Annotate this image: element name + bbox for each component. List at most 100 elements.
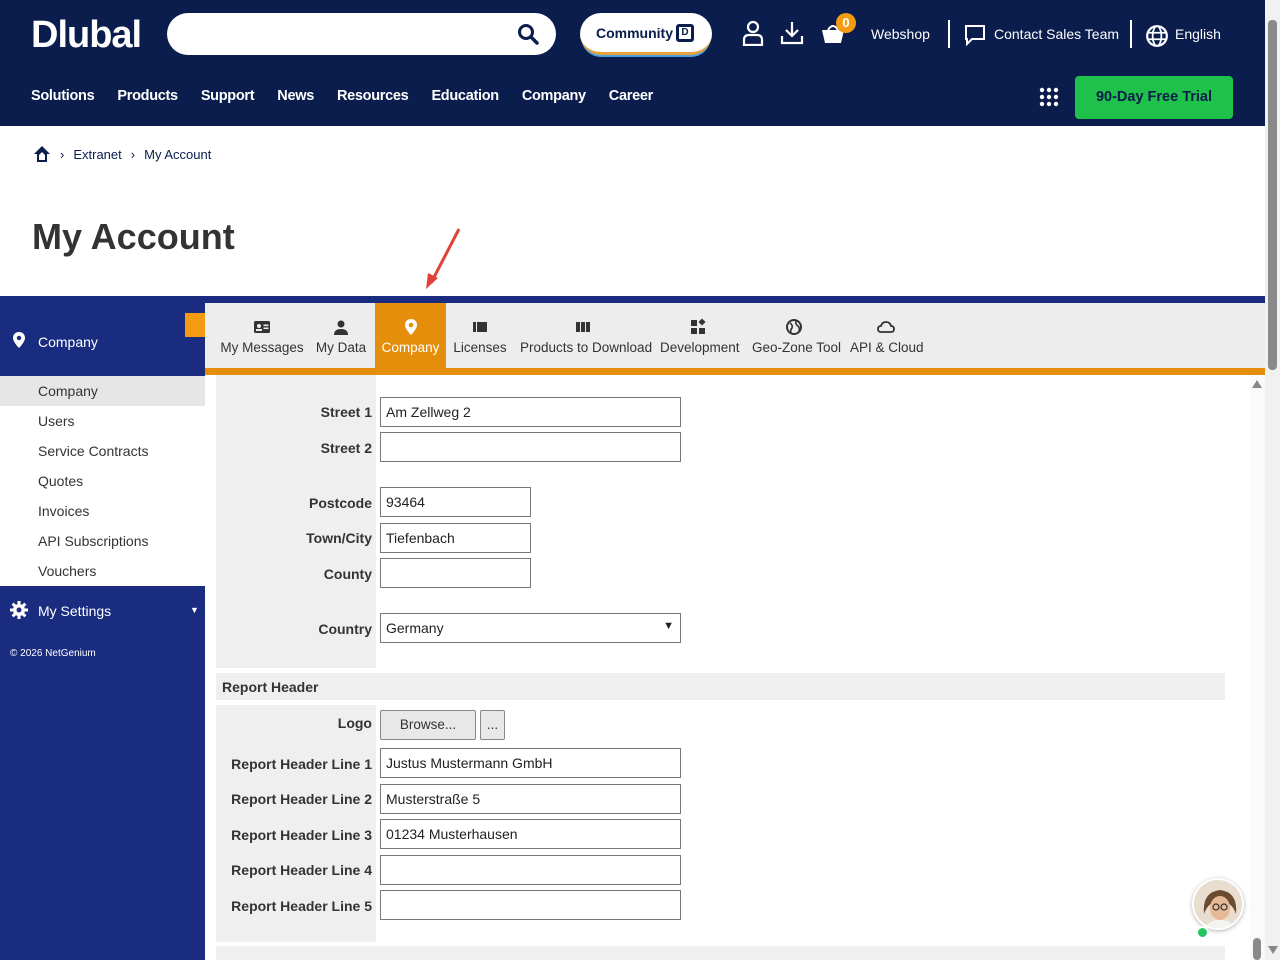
license-icon xyxy=(473,322,487,332)
chevron-down-icon: ▼ xyxy=(190,605,199,615)
sidebar-item-quotes[interactable]: Quotes xyxy=(0,466,205,496)
account-tabs: My Messages My Data Company Licenses Pro… xyxy=(205,303,1265,368)
report-header-section: Report Header xyxy=(216,673,1225,700)
page-title: My Account xyxy=(32,216,235,257)
browse-button[interactable]: Browse... xyxy=(380,710,476,740)
scroll-down-icon[interactable] xyxy=(1268,946,1278,954)
chat-icon[interactable] xyxy=(963,22,987,48)
county-field[interactable] xyxy=(380,558,531,588)
location-pin-icon xyxy=(404,319,417,335)
globe-language-icon[interactable] xyxy=(1145,23,1169,49)
community-button[interactable]: Community D xyxy=(580,13,712,55)
tab-development[interactable]: Development xyxy=(660,303,740,368)
report-header-line2-field[interactable]: Musterstraße 5 xyxy=(380,784,681,814)
section-divider xyxy=(0,296,1265,303)
panel-scrollbar-thumb[interactable] xyxy=(1253,938,1261,960)
free-trial-button[interactable]: 90-Day Free Trial xyxy=(1075,76,1233,119)
tab-label: API & Cloud xyxy=(850,340,924,355)
apps-grid-icon[interactable] xyxy=(1039,87,1059,107)
report-header-line3-label: Report Header Line 3 xyxy=(231,827,372,843)
sidebar-item-vouchers[interactable]: Vouchers xyxy=(0,556,205,586)
breadcrumb-my-account[interactable]: My Account xyxy=(144,147,211,162)
main-navigation: Solutions Products Support News Resource… xyxy=(31,88,676,104)
sidebar-item-label: Company xyxy=(38,383,98,399)
user-icon xyxy=(334,320,348,335)
sidebar-section-label: Company xyxy=(38,334,98,350)
support-chat-avatar[interactable] xyxy=(1192,878,1244,930)
nav-products[interactable]: Products xyxy=(117,88,178,104)
sidebar-item-users[interactable]: Users xyxy=(0,406,205,436)
nav-company[interactable]: Company xyxy=(522,88,586,104)
language-selector[interactable]: English xyxy=(1175,26,1221,42)
nav-news[interactable]: News xyxy=(277,88,314,104)
form-section-divider xyxy=(216,946,1225,960)
home-icon[interactable] xyxy=(33,145,51,163)
section-title: Report Header xyxy=(222,679,319,695)
tab-underline xyxy=(205,368,1265,375)
nav-resources[interactable]: Resources xyxy=(337,88,409,104)
sidebar-toggle-icon[interactable] xyxy=(185,313,205,337)
user-account-icon[interactable] xyxy=(741,20,765,46)
sidebar-item-label: Service Contracts xyxy=(38,443,149,459)
report-header-line2-label: Report Header Line 2 xyxy=(231,791,372,807)
country-selected-value: Germany xyxy=(386,620,444,636)
sidebar-item-my-settings[interactable]: My Settings ▼ xyxy=(0,597,205,633)
postcode-field[interactable]: 93464 xyxy=(380,487,531,517)
tab-my-messages[interactable]: My Messages xyxy=(219,303,305,368)
sidebar-item-service-contracts[interactable]: Service Contracts xyxy=(0,436,205,466)
page-scrollbar-thumb[interactable] xyxy=(1268,20,1277,370)
tab-api-cloud[interactable]: API & Cloud xyxy=(850,303,924,368)
tab-products-to-download[interactable]: Products to Download xyxy=(520,303,653,368)
breadcrumb-separator: › xyxy=(60,146,65,162)
annotation-arrow-icon xyxy=(426,228,461,289)
nav-career[interactable]: Career xyxy=(609,88,653,104)
report-header-line4-label: Report Header Line 4 xyxy=(231,862,372,878)
town-field[interactable]: Tiefenbach xyxy=(380,523,531,553)
logo-options-button[interactable]: ... xyxy=(480,710,505,740)
postcode-label: Postcode xyxy=(308,495,372,511)
location-pin-icon xyxy=(13,332,25,348)
header-divider xyxy=(948,20,950,48)
globe-icon xyxy=(786,319,802,335)
header-divider xyxy=(1130,20,1132,48)
tab-my-data[interactable]: My Data xyxy=(313,303,369,368)
street1-field[interactable]: Am Zellweg 2 xyxy=(380,397,681,427)
search-icon[interactable] xyxy=(516,22,540,46)
tab-geo-zone-tool[interactable]: Geo-Zone Tool xyxy=(752,303,842,368)
street2-field[interactable] xyxy=(380,432,681,462)
dlubal-logo[interactable]: Dlubal xyxy=(31,14,142,57)
sidebar-item-api-subscriptions[interactable]: API Subscriptions xyxy=(0,526,205,556)
tab-licenses[interactable]: Licenses xyxy=(453,303,507,368)
nav-support[interactable]: Support xyxy=(201,88,255,104)
tab-label: Geo-Zone Tool xyxy=(752,340,842,355)
cloud-icon xyxy=(877,321,895,333)
breadcrumb-extranet[interactable]: Extranet xyxy=(73,147,121,162)
tab-label: My Data xyxy=(315,340,367,355)
copyright-text: © 2026 NetGenium xyxy=(10,648,96,659)
webshop-link[interactable]: Webshop xyxy=(871,26,930,42)
panel-scrollbar[interactable] xyxy=(1250,375,1265,960)
chevron-down-icon: ▼ xyxy=(663,620,674,632)
tab-label: Products to Download xyxy=(520,340,653,355)
country-select[interactable]: Germany ▼ xyxy=(380,613,681,643)
download-icon[interactable] xyxy=(780,20,804,46)
sidebar-section-company[interactable]: Company xyxy=(0,313,205,369)
contact-sales-link[interactable]: Contact Sales Team xyxy=(994,26,1119,42)
scroll-up-icon[interactable] xyxy=(1252,380,1262,388)
sidebar-item-company[interactable]: Company xyxy=(0,376,205,406)
tab-company[interactable]: Company xyxy=(375,303,446,368)
report-header-line4-field[interactable] xyxy=(380,855,681,885)
report-header-line3-field[interactable]: 01234 Musterhausen xyxy=(380,819,681,849)
sidebar-item-label: Users xyxy=(38,413,75,429)
street2-label: Street 2 xyxy=(320,440,372,456)
report-header-line5-label: Report Header Line 5 xyxy=(231,898,372,914)
report-header-line1-field[interactable]: Justus Mustermann GmbH xyxy=(380,748,681,778)
country-label: Country xyxy=(318,621,372,637)
sidebar-item-invoices[interactable]: Invoices xyxy=(0,496,205,526)
sidebar-item-label: Vouchers xyxy=(38,563,97,579)
nav-education[interactable]: Education xyxy=(431,88,499,104)
report-header-line5-field[interactable] xyxy=(380,890,681,920)
cart-count-badge: 0 xyxy=(836,13,856,33)
search-input[interactable] xyxy=(167,13,556,55)
nav-solutions[interactable]: Solutions xyxy=(31,88,95,104)
